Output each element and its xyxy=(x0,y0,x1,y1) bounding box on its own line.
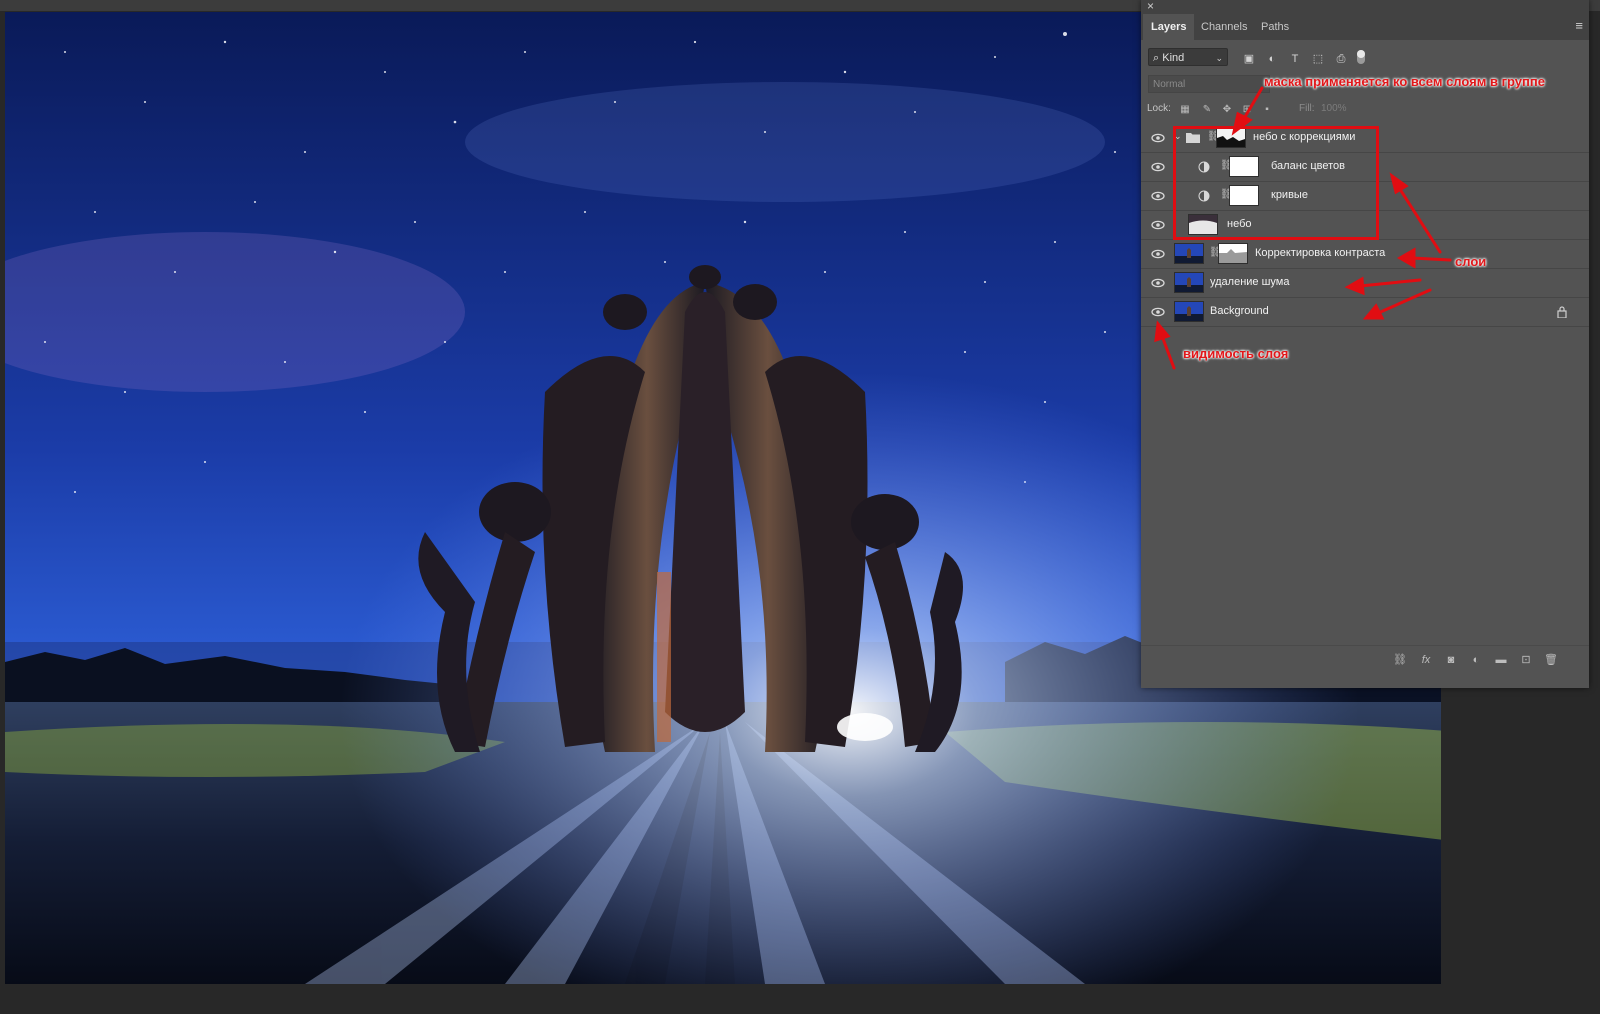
type-filter-icon[interactable]: T xyxy=(1288,52,1302,66)
tab-paths[interactable]: Paths xyxy=(1253,14,1297,40)
new-group-icon[interactable]: ▬ xyxy=(1494,653,1508,667)
lock-brush-icon[interactable]: ✎ xyxy=(1201,104,1213,116)
fill-input[interactable]: 100% xyxy=(1321,101,1371,117)
layer-name[interactable]: удаление шума xyxy=(1210,276,1289,288)
layers-panel: × Layers Channels Paths ≡ ⌕ Kind ⌄ ▣ ◐ T… xyxy=(1141,0,1589,688)
group-highlight-box xyxy=(1173,126,1379,240)
layer-name[interactable]: Background xyxy=(1210,305,1269,317)
chevron-down-icon: ⌄ xyxy=(1215,53,1223,63)
layer-row-noise[interactable]: удаление шума xyxy=(1141,269,1589,298)
filter-kind-label: Kind xyxy=(1162,52,1185,64)
layer-mask-thumbnail[interactable] xyxy=(1218,243,1248,264)
adjustment-icon[interactable]: ◐ xyxy=(1469,653,1483,667)
layer-filter-row: ⌕ Kind ⌄ ▣ ◐ T ⬚ ⎙ xyxy=(1141,44,1589,72)
lock-icon xyxy=(1557,306,1567,318)
lock-label: Lock: xyxy=(1147,103,1171,114)
lock-all-icon[interactable]: ▪ xyxy=(1261,104,1273,116)
tab-layers[interactable]: Layers xyxy=(1143,14,1195,40)
panel-menu-icon[interactable]: ≡ xyxy=(1575,19,1583,33)
image-filter-icon[interactable]: ▣ xyxy=(1242,52,1256,66)
eye-icon[interactable] xyxy=(1151,133,1165,143)
mask-icon[interactable]: ◙ xyxy=(1444,653,1458,667)
new-layer-icon[interactable]: ⊡ xyxy=(1519,653,1533,667)
eye-icon[interactable] xyxy=(1151,220,1165,230)
adjustment-filter-icon[interactable]: ◐ xyxy=(1265,52,1279,66)
eye-icon[interactable] xyxy=(1151,191,1165,201)
layer-name[interactable]: Корректировка контраста xyxy=(1255,247,1385,259)
smart-object-filter-icon[interactable]: ⎙ xyxy=(1334,52,1348,66)
eye-icon[interactable] xyxy=(1151,162,1165,172)
trash-icon[interactable]: 🗑 xyxy=(1544,653,1558,667)
panel-title-bar: × xyxy=(1141,0,1589,14)
annotation-mask-note: маска применяется ко всем слоям в группе xyxy=(1264,74,1545,89)
shape-filter-icon[interactable]: ⬚ xyxy=(1311,52,1325,66)
lock-artboard-icon[interactable]: ⊞ xyxy=(1241,104,1253,116)
close-icon[interactable]: × xyxy=(1147,0,1154,13)
panel-tabs: Layers Channels Paths ≡ xyxy=(1141,14,1589,40)
annotation-visibility-note: видимость слоя xyxy=(1183,346,1289,361)
layer-row-background[interactable]: Background xyxy=(1141,298,1589,327)
eye-icon[interactable] xyxy=(1151,249,1165,259)
lock-move-icon[interactable]: ✥ xyxy=(1221,104,1233,116)
annotation-layers-note: слои xyxy=(1455,254,1487,269)
fill-label: Fill: xyxy=(1299,103,1315,114)
search-icon: ⌕ xyxy=(1153,52,1160,64)
blend-mode-select[interactable]: Normal xyxy=(1148,75,1270,93)
layer-thumbnail[interactable] xyxy=(1174,272,1204,293)
panel-footer: ⛓ fx ◙ ◐ ▬ ⊡ 🗑 xyxy=(1141,645,1589,674)
filter-kind-select[interactable]: ⌕ Kind ⌄ xyxy=(1148,48,1228,66)
eye-icon[interactable] xyxy=(1151,307,1165,317)
lock-transparent-icon[interactable]: ▦ xyxy=(1179,104,1191,116)
lock-row: Lock: ▦ ✎ ✥ ⊞ ▪ Fill: 100% xyxy=(1141,100,1589,122)
filter-toggle[interactable] xyxy=(1357,50,1365,64)
tab-channels[interactable]: Channels xyxy=(1193,14,1255,40)
layer-thumbnail[interactable] xyxy=(1174,301,1204,322)
layer-thumbnail[interactable] xyxy=(1174,243,1204,264)
layer-row-contrast[interactable]: ⛓ Корректировка контраста xyxy=(1141,240,1589,269)
link-layers-icon[interactable]: ⛓ xyxy=(1393,653,1407,667)
eye-icon[interactable] xyxy=(1151,278,1165,288)
fx-icon[interactable]: fx xyxy=(1419,653,1433,667)
chain-link-icon: ⛓ xyxy=(1209,247,1222,258)
